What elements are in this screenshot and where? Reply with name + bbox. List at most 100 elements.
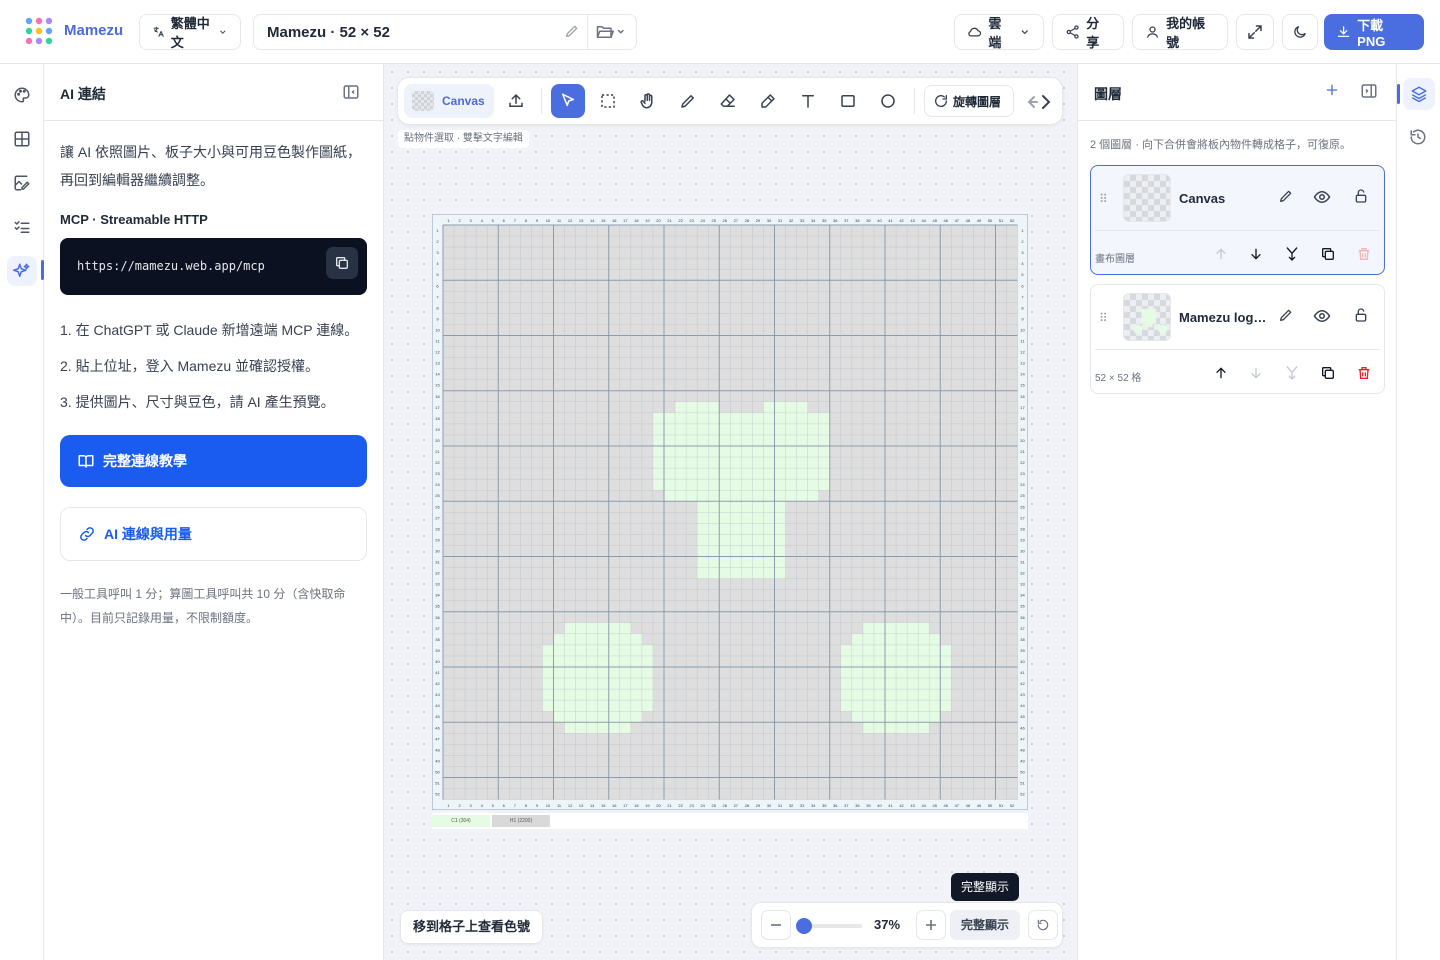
collapse-panel-icon[interactable] bbox=[1360, 82, 1378, 100]
bead-cell bbox=[652, 434, 664, 446]
eye-icon[interactable] bbox=[1313, 307, 1331, 325]
add-layer-icon[interactable] bbox=[1324, 82, 1340, 98]
trash-icon[interactable] bbox=[1356, 365, 1372, 381]
eraser-icon[interactable] bbox=[711, 84, 745, 118]
bead-cell bbox=[873, 622, 885, 634]
right-rail bbox=[1396, 64, 1440, 960]
document-title-box[interactable]: Mamezu · 52 × 52 bbox=[253, 14, 637, 50]
rename-pencil-icon[interactable] bbox=[1278, 188, 1294, 204]
bead-cell bbox=[862, 622, 874, 634]
move-down-icon[interactable] bbox=[1248, 246, 1264, 262]
fit-to-screen-button[interactable]: 完整顯示 bbox=[950, 910, 1020, 940]
column-number: 42 bbox=[899, 803, 904, 808]
layers-icon[interactable] bbox=[1403, 78, 1435, 110]
mamezu-logo-icon[interactable] bbox=[24, 16, 54, 46]
row-number: 42 bbox=[435, 681, 440, 686]
bead-cell bbox=[851, 644, 863, 656]
fullscreen-button[interactable] bbox=[1236, 14, 1274, 50]
history-icon[interactable] bbox=[1409, 128, 1427, 146]
collapse-panel-icon[interactable] bbox=[342, 83, 360, 101]
circle-icon[interactable] bbox=[871, 84, 905, 118]
bead-cell bbox=[774, 434, 786, 446]
column-number: 26 bbox=[723, 218, 728, 223]
layer-name[interactable]: Canvas bbox=[1179, 191, 1267, 206]
bead-cell bbox=[719, 534, 731, 546]
bead-cell bbox=[619, 678, 631, 690]
pencil-icon[interactable] bbox=[671, 84, 705, 118]
drag-handle-icon[interactable]: ⠿ bbox=[1099, 311, 1108, 325]
column-number: 19 bbox=[645, 803, 650, 808]
legend-swatch-c1: C1 (304) bbox=[432, 815, 490, 827]
bead-cell bbox=[619, 689, 631, 701]
usage-button[interactable]: AI 連線與用量 bbox=[60, 507, 367, 561]
layer-card-mamezu-logo[interactable]: ⠿ Mamezu log… 52 × 52 格 bbox=[1090, 284, 1385, 394]
bead-cell bbox=[730, 567, 742, 579]
zoom-slider[interactable] bbox=[795, 918, 862, 934]
bead-cell bbox=[763, 501, 775, 513]
bead-cell bbox=[873, 667, 885, 679]
row-number: 45 bbox=[435, 714, 440, 719]
bead-cell bbox=[542, 644, 554, 656]
row-number: 12 bbox=[435, 350, 440, 355]
eye-icon[interactable] bbox=[1313, 188, 1331, 206]
layer-name[interactable]: Mamezu log… bbox=[1179, 310, 1267, 325]
layer-meta: 畫布圖層 bbox=[1095, 254, 1135, 265]
bead-cell bbox=[608, 711, 620, 723]
unlock-icon[interactable] bbox=[1353, 188, 1369, 204]
reset-view-button[interactable] bbox=[1028, 910, 1058, 940]
eyedropper-icon[interactable] bbox=[751, 84, 785, 118]
bead-cell bbox=[575, 678, 587, 690]
share-button[interactable]: 分享 bbox=[1052, 14, 1124, 50]
checklist-icon[interactable] bbox=[7, 212, 37, 242]
column-number: 40 bbox=[877, 803, 882, 808]
marquee-select-icon[interactable] bbox=[591, 84, 625, 118]
download-png-button[interactable]: 下載 PNG bbox=[1324, 14, 1424, 50]
palette-icon[interactable] bbox=[7, 80, 37, 110]
bead-cell bbox=[796, 434, 808, 446]
scroll-tools-right-icon[interactable] bbox=[1026, 92, 1052, 112]
move-up-icon[interactable] bbox=[1213, 365, 1229, 381]
rename-pencil-icon[interactable] bbox=[1278, 307, 1294, 323]
pegboard-canvas[interactable]: 1122334455667788991010111112121313141415… bbox=[432, 214, 1028, 810]
duplicate-icon[interactable] bbox=[1320, 365, 1336, 381]
select-arrow-icon[interactable] bbox=[551, 84, 585, 118]
row-number: 50 bbox=[1020, 769, 1025, 774]
merge-down-icon[interactable] bbox=[1284, 246, 1300, 262]
upload-icon[interactable] bbox=[499, 84, 533, 118]
duplicate-icon[interactable] bbox=[1320, 246, 1336, 262]
language-select[interactable]: 繁體中文 bbox=[139, 14, 241, 50]
zoom-slider-knob[interactable] bbox=[795, 918, 812, 934]
cloud-button[interactable]: 雲端 bbox=[954, 14, 1044, 50]
rectangle-icon[interactable] bbox=[831, 84, 865, 118]
column-number: 28 bbox=[745, 803, 750, 808]
drag-handle-icon[interactable]: ⠿ bbox=[1099, 192, 1108, 206]
theme-toggle-button[interactable] bbox=[1282, 14, 1318, 50]
zoom-in-button[interactable] bbox=[916, 910, 946, 940]
ai-sparkle-icon[interactable] bbox=[7, 256, 37, 286]
bead-cell bbox=[752, 412, 764, 424]
text-icon[interactable] bbox=[791, 84, 825, 118]
bead-cell bbox=[862, 644, 874, 656]
rename-pencil-icon[interactable] bbox=[564, 23, 580, 39]
active-layer-chip[interactable]: Canvas bbox=[404, 84, 494, 118]
account-button[interactable]: 我的帳號 bbox=[1132, 14, 1228, 50]
copy-button[interactable] bbox=[326, 247, 358, 279]
mcp-url[interactable]: https://mamezu.web.app/mcp bbox=[77, 259, 265, 273]
unlock-icon[interactable] bbox=[1353, 307, 1369, 323]
column-number: 49 bbox=[977, 218, 982, 223]
rotate-layer-button[interactable]: 旋轉圖層 bbox=[924, 85, 1014, 117]
zoom-out-button[interactable] bbox=[761, 910, 791, 940]
tutorial-button[interactable]: 完整連線教學 bbox=[60, 435, 367, 487]
bead-cell bbox=[796, 423, 808, 435]
grid-icon[interactable] bbox=[7, 124, 37, 154]
hand-icon[interactable] bbox=[631, 84, 665, 118]
document-title[interactable]: Mamezu · 52 × 52 bbox=[267, 24, 390, 41]
canvas-area[interactable]: Canvas 旋轉圖層 點物件選取 · 雙擊文字編輯 1 1 2 2 3 3 4… bbox=[384, 64, 1077, 960]
row-number: 26 bbox=[435, 504, 440, 509]
image-edit-icon[interactable] bbox=[7, 168, 37, 198]
layer-card-canvas[interactable]: ⠿ Canvas 畫布圖層 bbox=[1090, 165, 1385, 275]
row-number: 36 bbox=[435, 615, 440, 620]
bead-cell bbox=[630, 644, 642, 656]
folder-icon[interactable] bbox=[596, 23, 626, 41]
bead-cell bbox=[763, 423, 775, 435]
